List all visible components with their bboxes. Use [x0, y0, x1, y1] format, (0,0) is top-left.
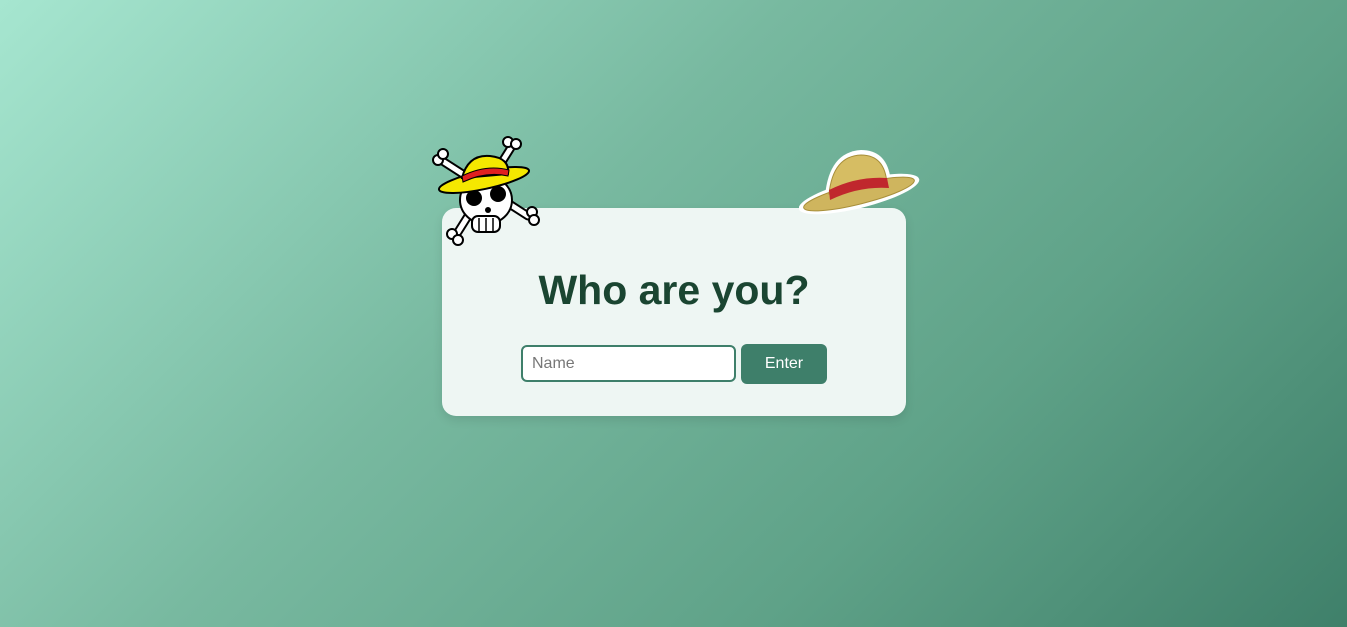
enter-button[interactable]: Enter [741, 344, 827, 384]
name-input[interactable] [521, 345, 736, 382]
page-title: Who are you? [538, 267, 810, 313]
straw-hat-jolly-roger-icon [432, 136, 540, 246]
straw-hat-icon [799, 150, 920, 215]
